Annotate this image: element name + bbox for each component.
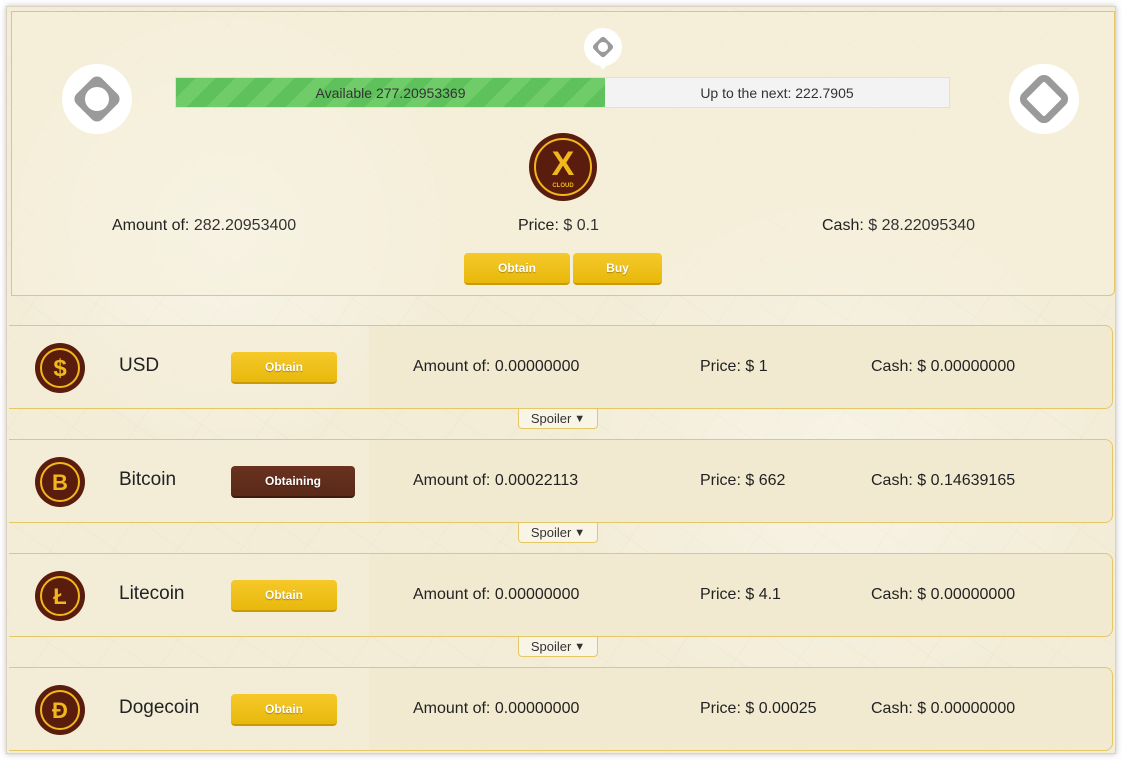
main-cash-label: Cash: bbox=[822, 217, 864, 234]
obtaining-button-bitcoin[interactable]: Obtaining bbox=[231, 466, 355, 498]
dogecoin-icon: Đ bbox=[35, 685, 85, 735]
amount: Amount of: 0.00000000 bbox=[413, 700, 579, 718]
cash: Cash: $ 0.00000000 bbox=[871, 700, 1015, 718]
price: Price: $ 0.00025 bbox=[700, 700, 817, 718]
price-label: Price: bbox=[700, 586, 741, 603]
main-price-value: $ 0.1 bbox=[563, 217, 599, 234]
coin-name: Bitcoin bbox=[119, 469, 177, 490]
main-amount-label: Amount of: bbox=[112, 217, 190, 234]
bitcoin-symbol: B bbox=[52, 470, 68, 495]
amount-label: Amount of: bbox=[413, 472, 491, 489]
spoiler-label: Spoiler bbox=[530, 639, 572, 654]
cash: Cash: $ 0.14639165 bbox=[871, 472, 1015, 490]
price-value: $ 1 bbox=[745, 358, 768, 375]
level-marker-icon bbox=[592, 36, 614, 58]
dollar-symbol: $ bbox=[53, 355, 67, 382]
spoiler-label: Spoiler bbox=[530, 411, 572, 426]
chevron-down-icon: ▼ bbox=[574, 412, 586, 425]
coin-name: USD bbox=[119, 355, 160, 376]
dollar-icon: $ bbox=[35, 343, 85, 393]
main-price: Price: $ 0.1 bbox=[518, 217, 599, 235]
coin-name: Litecoin bbox=[119, 583, 185, 604]
amount-value: 0.00000000 bbox=[494, 586, 580, 603]
available-value: 277.20953369 bbox=[375, 84, 466, 101]
coin-row-litecoin: Ł Litecoin Obtain Amount of: 0.00000000 … bbox=[9, 553, 1113, 637]
cash-label: Cash: bbox=[871, 700, 913, 717]
price-value: $ 4.1 bbox=[745, 586, 781, 603]
spoiler-toggle-usd[interactable]: Spoiler ▼ bbox=[518, 408, 598, 429]
next-value: 222.7905 bbox=[795, 84, 854, 101]
next-level-node[interactable] bbox=[1009, 64, 1079, 134]
coin-name: Dogecoin bbox=[119, 697, 200, 718]
amount: Amount of: 0.00000000 bbox=[413, 358, 579, 376]
litecoin-symbol: Ł bbox=[53, 584, 66, 609]
price-label: Price: bbox=[700, 472, 741, 489]
main-obtain-button[interactable]: Obtain bbox=[464, 253, 570, 285]
price: Price: $ 662 bbox=[700, 472, 785, 490]
price: Price: $ 1 bbox=[700, 358, 768, 376]
main-cash-value: $ 28.22095340 bbox=[868, 217, 976, 234]
obtain-button-dogecoin[interactable]: Obtain bbox=[231, 694, 337, 726]
progress-fill: Available 277.20953369 bbox=[176, 78, 605, 107]
cash-value: $ 0.00000000 bbox=[917, 586, 1016, 603]
hollow-diamond-icon bbox=[1019, 74, 1069, 124]
coin-row-bitcoin: B Bitcoin Obtaining Amount of: 0.0002211… bbox=[9, 439, 1113, 523]
amount-value: 0.00000000 bbox=[494, 358, 580, 375]
spoiler-label: Spoiler bbox=[530, 525, 572, 540]
chevron-down-icon: ▼ bbox=[574, 526, 586, 539]
xcloud-logo-text: CLOUD bbox=[552, 183, 574, 189]
litecoin-icon: Ł bbox=[35, 571, 85, 621]
price-value: $ 0.00025 bbox=[745, 700, 817, 717]
xcloud-logo: X CLOUD bbox=[529, 133, 597, 201]
cash-label: Cash: bbox=[871, 586, 913, 603]
cash-label: Cash: bbox=[871, 472, 913, 489]
ring-diamond-icon bbox=[74, 76, 120, 122]
app-window: Available 277.20953369 Up to the next: 2… bbox=[6, 6, 1116, 754]
amount: Amount of: 0.00022113 bbox=[413, 472, 578, 490]
obtain-button-litecoin[interactable]: Obtain bbox=[231, 580, 337, 612]
main-amount-value: 282.20953400 bbox=[193, 217, 297, 234]
dogecoin-symbol: Đ bbox=[52, 698, 68, 723]
chevron-down-icon: ▼ bbox=[574, 640, 586, 653]
main-price-label: Price: bbox=[518, 217, 559, 234]
cash-label: Cash: bbox=[871, 358, 913, 375]
bitcoin-icon: B bbox=[35, 457, 85, 507]
price-label: Price: bbox=[700, 700, 741, 717]
previous-level-node[interactable] bbox=[62, 64, 132, 134]
price-label: Price: bbox=[700, 358, 741, 375]
level-progress-bar: Available 277.20953369 Up to the next: 2… bbox=[175, 77, 950, 108]
cash: Cash: $ 0.00000000 bbox=[871, 586, 1015, 604]
amount-label: Amount of: bbox=[413, 700, 491, 717]
main-cash: Cash: $ 28.22095340 bbox=[822, 217, 975, 235]
main-amount: Amount of: 282.20953400 bbox=[112, 217, 296, 235]
amount-label: Amount of: bbox=[413, 358, 491, 375]
price-value: $ 662 bbox=[745, 472, 786, 489]
cash-value: $ 0.00000000 bbox=[917, 700, 1016, 717]
amount-value: 0.00000000 bbox=[494, 700, 580, 717]
coin-row-usd: $ USD Obtain Amount of: 0.00000000 Price… bbox=[9, 325, 1113, 409]
next-label: Up to the next: bbox=[700, 84, 792, 101]
coin-row-dogecoin: Đ Dogecoin Obtain Amount of: 0.00000000 … bbox=[9, 667, 1113, 751]
marker-pointer bbox=[594, 58, 612, 70]
cash-value: $ 0.14639165 bbox=[917, 472, 1016, 489]
available-label: Available bbox=[315, 84, 373, 101]
amount-value: 0.00022113 bbox=[494, 472, 579, 489]
main-coin-panel: Available 277.20953369 Up to the next: 2… bbox=[11, 11, 1115, 296]
amount: Amount of: 0.00000000 bbox=[413, 586, 579, 604]
amount-label: Amount of: bbox=[413, 586, 491, 603]
progress-remaining: Up to the next: 222.7905 bbox=[605, 78, 949, 107]
xcloud-logo-letter: X bbox=[552, 145, 575, 183]
cash: Cash: $ 0.00000000 bbox=[871, 358, 1015, 376]
spoiler-toggle-bitcoin[interactable]: Spoiler ▼ bbox=[518, 522, 598, 543]
obtain-button-usd[interactable]: Obtain bbox=[231, 352, 337, 384]
cash-value: $ 0.00000000 bbox=[917, 358, 1016, 375]
price: Price: $ 4.1 bbox=[700, 586, 781, 604]
main-buy-button[interactable]: Buy bbox=[573, 253, 662, 285]
spoiler-toggle-litecoin[interactable]: Spoiler ▼ bbox=[518, 636, 598, 657]
